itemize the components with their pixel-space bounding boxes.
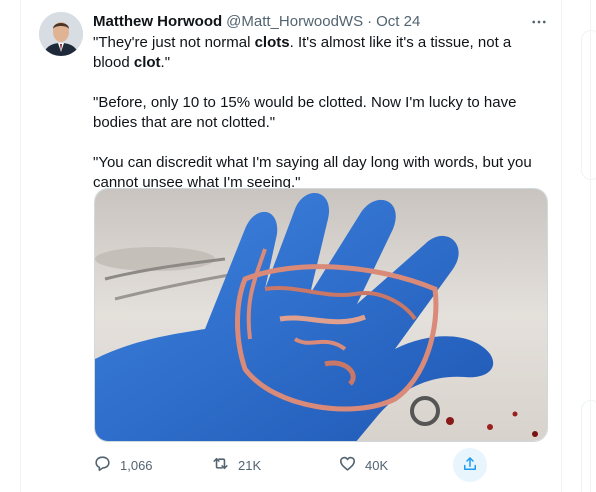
- tweet-text-run: "You can discredit what I'm saying all d…: [93, 154, 532, 191]
- tweet-paragraph: "Before, only 10 to 15% would be clotted…: [93, 93, 548, 133]
- tweet-text-run: .": [160, 54, 171, 71]
- author-handle[interactable]: @Matt_HorwoodWS: [226, 13, 363, 30]
- author-name[interactable]: Matthew Horwood: [93, 13, 222, 30]
- tweet-header: Matthew Horwood @Matt_HorwoodWS · Oct 24: [93, 11, 420, 31]
- retweet-count: 21K: [238, 457, 262, 473]
- reply-icon: [93, 454, 112, 476]
- like-button[interactable]: 40K: [338, 453, 388, 477]
- tweet-paragraph: "You can discredit what I'm saying all d…: [93, 153, 548, 193]
- tweet-date[interactable]: Oct 24: [376, 13, 420, 30]
- like-count: 40K: [365, 457, 389, 473]
- reply-count: 1,066: [120, 457, 153, 473]
- avatar[interactable]: [39, 12, 83, 56]
- tweet-text-run: "They're just not normal: [93, 34, 255, 51]
- share-icon: [461, 455, 479, 476]
- retweet-icon: [211, 454, 230, 476]
- tweet-photo[interactable]: [94, 188, 548, 442]
- highlighted-term: clots: [254, 34, 290, 51]
- separator-dot: ·: [367, 12, 373, 30]
- reply-button[interactable]: 1,066: [93, 453, 153, 477]
- heart-icon: [338, 454, 357, 476]
- right-sidebar: [563, 0, 596, 492]
- left-gutter: [0, 0, 20, 492]
- tweet-text: "They're just not normal clots. It's alm…: [93, 33, 548, 193]
- tweet-actions: 1,066 21K 40K: [93, 448, 493, 482]
- highlighted-term: clot: [133, 54, 161, 71]
- tweet-card[interactable]: Matthew Horwood @Matt_HorwoodWS · Oct 24…: [20, 0, 562, 492]
- tweet-paragraph: "They're just not normal clots. It's alm…: [93, 33, 548, 73]
- retweet-button[interactable]: 21K: [211, 453, 261, 477]
- sidebar-divider: [590, 0, 596, 492]
- share-button[interactable]: [453, 448, 487, 482]
- more-icon[interactable]: [529, 12, 549, 32]
- tweet-text-run: "Before, only 10 to 15% would be clotted…: [93, 94, 517, 131]
